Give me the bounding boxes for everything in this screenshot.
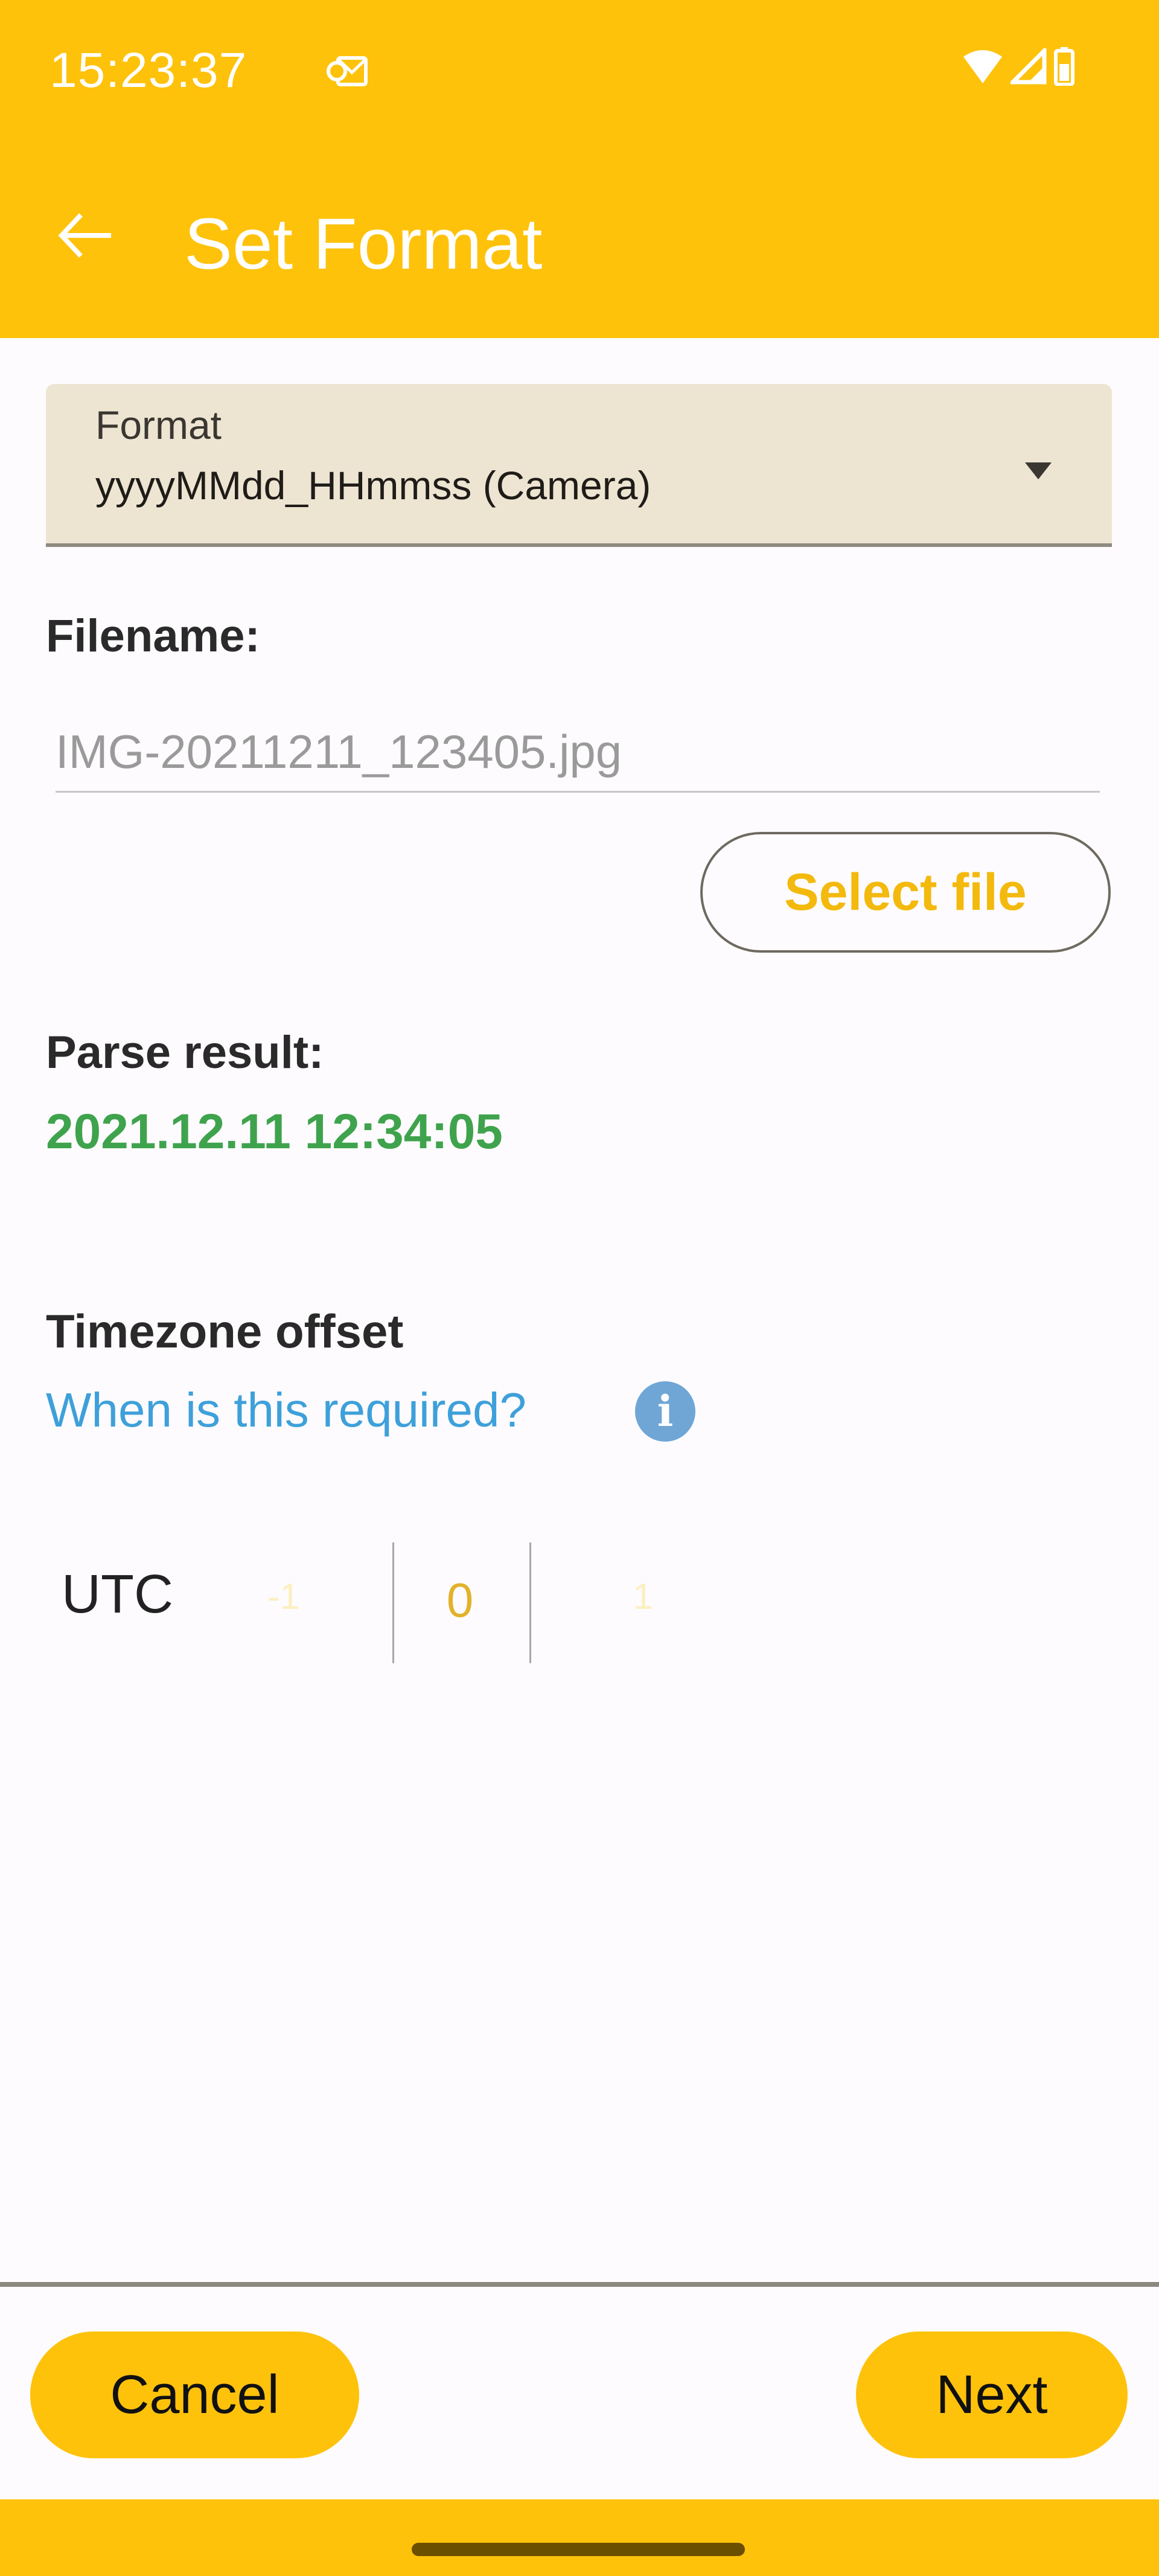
info-icon[interactable]: i	[635, 1381, 695, 1442]
format-label: Format	[95, 403, 222, 447]
utc-prefix: UTC	[62, 1564, 173, 1625]
outlook-mail-icon	[327, 56, 368, 86]
page-title: Set Format	[184, 203, 543, 284]
footer-divider	[0, 2282, 1159, 2287]
picker-item-next[interactable]: 1	[601, 1576, 685, 1617]
format-selected-value: yyyyMMdd_HHmmss (Camera)	[95, 463, 651, 508]
picker-item-selected[interactable]: 0	[418, 1573, 502, 1628]
timezone-offset-picker[interactable]: -1 0 1	[241, 1542, 724, 1663]
cell-signal-icon	[1011, 48, 1047, 85]
status-bar: 15:23:37	[0, 0, 1159, 139]
arrow-left-icon[interactable]	[56, 205, 116, 266]
parse-result-value: 2021.12.11 12:34:05	[46, 1104, 503, 1159]
app-bar	[0, 139, 1159, 338]
timezone-help-link[interactable]: When is this required?	[46, 1382, 526, 1438]
battery-icon	[1054, 47, 1074, 86]
parse-result-label: Parse result:	[46, 1027, 324, 1078]
picker-divider	[392, 1542, 394, 1663]
next-button[interactable]: Next	[856, 2332, 1128, 2458]
wifi-icon	[963, 50, 1002, 83]
timezone-offset-label: Timezone offset	[46, 1305, 404, 1358]
format-dropdown[interactable]: Format yyyyMMdd_HHmmss (Camera)	[46, 384, 1112, 547]
cancel-button[interactable]: Cancel	[30, 2332, 359, 2458]
filename-label: Filename:	[46, 610, 260, 662]
select-file-button[interactable]: Select file	[700, 832, 1111, 953]
navigation-bar	[0, 2499, 1159, 2576]
dropdown-arrow-icon	[1025, 462, 1052, 479]
picker-item-previous[interactable]: -1	[241, 1576, 326, 1617]
status-time: 15:23:37	[49, 43, 247, 98]
filename-input[interactable]	[56, 712, 1100, 793]
home-gesture-handle[interactable]	[412, 2543, 745, 2556]
picker-divider	[529, 1542, 531, 1663]
status-icons	[962, 47, 1074, 86]
